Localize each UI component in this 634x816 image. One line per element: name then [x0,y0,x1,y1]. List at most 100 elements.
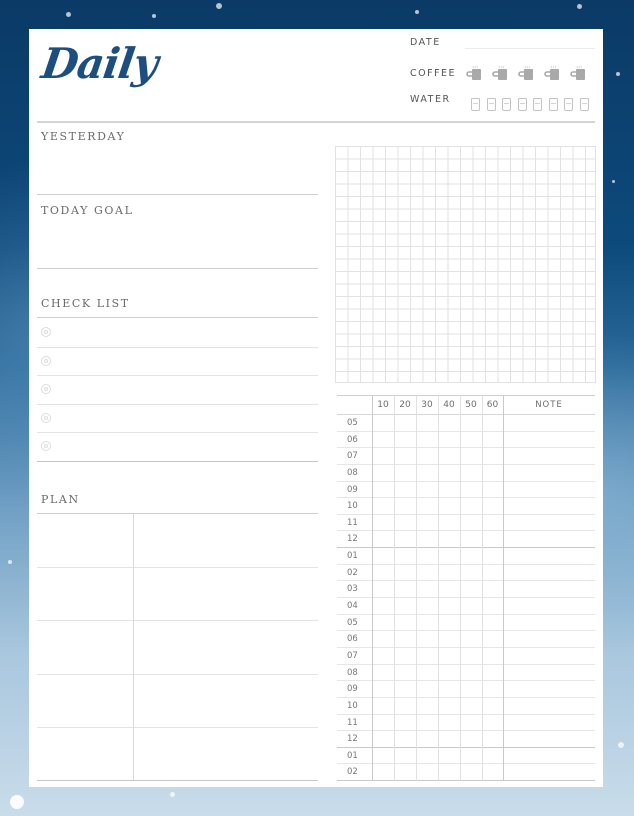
note-cell[interactable] [503,731,595,747]
minute-cell[interactable] [372,548,394,564]
minute-cell[interactable] [372,715,394,731]
minute-cell[interactable] [482,448,503,464]
water-glass-icon[interactable] [564,98,573,111]
minute-cell[interactable] [460,681,482,697]
minute-cell[interactable] [460,531,482,547]
time-table-row[interactable]: 12 [337,731,595,748]
plan-time-cell[interactable] [37,567,133,620]
note-cell[interactable] [503,415,595,431]
minute-cell[interactable] [482,748,503,764]
plan-time-cell[interactable] [37,620,133,673]
check-list-item[interactable] [37,375,318,403]
minute-cell[interactable] [416,581,438,597]
minute-cell[interactable] [416,598,438,614]
check-list-item[interactable] [37,318,318,346]
water-glass-icon[interactable] [471,98,480,111]
time-table-row[interactable]: 10 [337,498,595,515]
water-glass-icon[interactable] [548,98,558,111]
minute-cell[interactable] [438,715,460,731]
minute-cell[interactable] [394,432,416,448]
coffee-cup-icon[interactable] [544,65,559,80]
time-table-row[interactable]: 09 [337,482,595,499]
minute-cell[interactable] [372,648,394,664]
water-glass-icon[interactable] [533,98,542,111]
time-table-row[interactable]: 01 [337,548,595,565]
plan-time-cell[interactable] [37,674,133,727]
time-table-row[interactable]: 08 [337,465,595,482]
minute-cell[interactable] [460,565,482,581]
minute-cell[interactable] [416,615,438,631]
minute-cell[interactable] [416,565,438,581]
minute-cell[interactable] [416,748,438,764]
minute-cell[interactable] [394,465,416,481]
minute-cell[interactable] [394,581,416,597]
note-cell[interactable] [503,565,595,581]
minute-cell[interactable] [416,631,438,647]
minute-cell[interactable] [482,715,503,731]
coffee-cup-icon[interactable] [466,65,481,80]
minute-cell[interactable] [438,648,460,664]
checkbox-circle-icon[interactable] [41,327,51,337]
time-table-row[interactable]: 09 [337,681,595,698]
water-glass-icon[interactable] [502,98,511,111]
time-table-row[interactable]: 05 [337,615,595,632]
minute-cell[interactable] [416,698,438,714]
note-cell[interactable] [503,515,595,531]
note-cell[interactable] [503,498,595,514]
minute-cell[interactable] [460,581,482,597]
minute-cell[interactable] [394,648,416,664]
minute-cell[interactable] [394,665,416,681]
note-cell[interactable] [503,681,595,697]
minute-cell[interactable] [438,681,460,697]
time-table-row[interactable]: 06 [337,432,595,449]
note-cell[interactable] [503,748,595,764]
plan-task-cell[interactable] [134,674,318,727]
minute-cell[interactable] [460,665,482,681]
minute-cell[interactable] [394,548,416,564]
minute-cell[interactable] [460,482,482,498]
minute-cell[interactable] [394,681,416,697]
checkbox-circle-icon[interactable] [41,355,51,366]
minute-cell[interactable] [416,764,438,780]
note-cell[interactable] [503,615,595,631]
minute-cell[interactable] [460,764,482,780]
minute-cell[interactable] [482,631,503,647]
minute-cell[interactable] [372,415,394,431]
minute-cell[interactable] [394,498,416,514]
minute-cell[interactable] [416,665,438,681]
minute-cell[interactable] [482,681,503,697]
note-cell[interactable] [503,764,595,780]
minute-cell[interactable] [394,565,416,581]
note-cell[interactable] [503,598,595,614]
minute-cell[interactable] [460,698,482,714]
minute-cell[interactable] [372,498,394,514]
minute-cell[interactable] [416,515,438,531]
minute-cell[interactable] [394,598,416,614]
minute-cell[interactable] [372,665,394,681]
time-table-row[interactable]: 07 [337,648,595,665]
minute-cell[interactable] [394,764,416,780]
minute-cell[interactable] [416,715,438,731]
minute-cell[interactable] [438,415,460,431]
minute-cell[interactable] [394,748,416,764]
minute-cell[interactable] [460,498,482,514]
minute-cell[interactable] [372,515,394,531]
plan-task-cell[interactable] [134,514,318,567]
note-cell[interactable] [503,448,595,464]
minute-cell[interactable] [438,432,460,448]
minute-cell[interactable] [438,731,460,747]
minute-cell[interactable] [482,498,503,514]
minute-cell[interactable] [394,482,416,498]
time-table-row[interactable]: 02 [337,565,595,582]
time-table-row[interactable]: 10 [337,698,595,715]
minute-cell[interactable] [438,615,460,631]
minute-cell[interactable] [438,631,460,647]
minute-cell[interactable] [438,665,460,681]
minute-cell[interactable] [394,515,416,531]
note-cell[interactable] [503,648,595,664]
minute-cell[interactable] [394,615,416,631]
minute-cell[interactable] [416,415,438,431]
time-table-row[interactable]: 04 [337,598,595,615]
plan-time-cell[interactable] [37,514,133,567]
time-table-row[interactable]: 08 [337,665,595,682]
